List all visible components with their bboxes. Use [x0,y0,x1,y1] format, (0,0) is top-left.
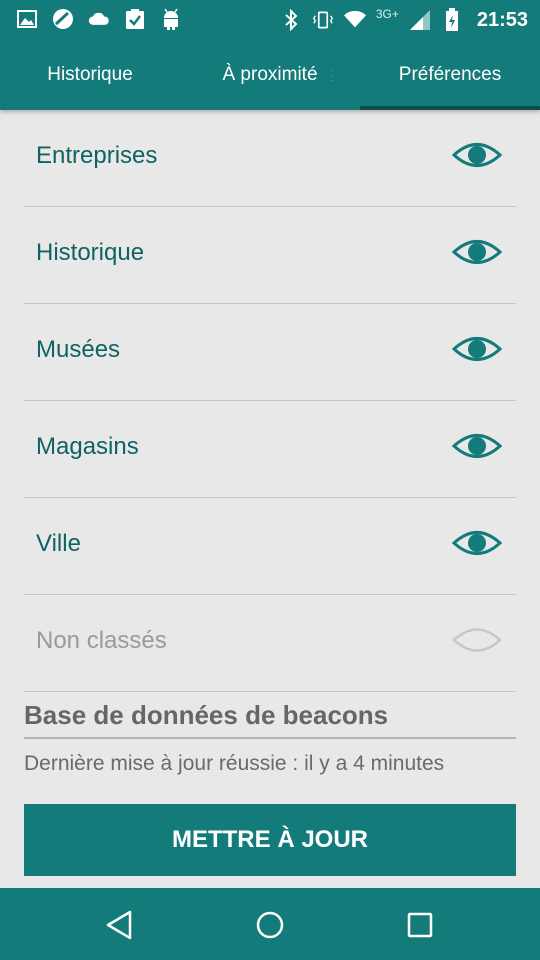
category-label: Musées [36,336,121,363]
update-button[interactable]: METTRE À JOUR [24,804,516,876]
eye-off-icon[interactable] [452,625,502,655]
tab-bar: Historique À proximité Préférences · · · [0,40,540,110]
category-row-historique[interactable]: Historique [24,207,516,304]
navigation-bar [0,888,540,960]
category-row-musees[interactable]: Musées [24,304,516,401]
category-label: Non classés [36,627,167,654]
no-entry-icon [52,8,74,30]
signal-icon [409,9,431,31]
battery-icon [441,8,463,31]
category-row-non-classes[interactable]: Non classés [24,595,516,692]
category-row-ville[interactable]: Ville [24,498,516,595]
last-update-text: Dernière mise à jour réussie : il y a 4 … [24,752,445,775]
network-type: 3G+ [375,7,399,21]
clock: 21:53 [476,8,528,31]
home-icon[interactable] [253,908,287,942]
back-icon[interactable] [102,908,136,942]
android-icon [160,8,182,30]
cloud-icon [88,8,110,30]
category-label: Historique [36,239,145,266]
eye-icon[interactable] [451,140,503,170]
status-bar: 3G+ 21:53 [0,0,540,40]
recents-icon[interactable] [403,908,437,942]
image-icon [16,8,38,30]
wifi-icon [343,9,366,31]
category-row-entreprises[interactable]: Entreprises [24,110,516,207]
tab-historique[interactable]: Historique [0,40,180,110]
category-list: Entreprises Historique Musées Magasins V… [24,110,516,692]
eye-icon[interactable] [451,237,503,267]
bluetooth-icon [280,9,302,31]
category-label: Entreprises [36,142,158,169]
eye-icon[interactable] [451,334,503,364]
category-label: Ville [36,530,81,557]
category-label: Magasins [36,433,139,460]
eye-icon[interactable] [451,528,503,558]
beacons-section-title: Base de données de beacons [24,700,516,739]
tab-preferences[interactable]: Préférences [360,40,540,110]
tab-divider: · · · [331,65,335,86]
clipboard-check-icon [124,8,146,30]
vibrate-icon [312,9,334,31]
category-row-magasins[interactable]: Magasins [24,401,516,498]
eye-icon[interactable] [451,431,503,461]
